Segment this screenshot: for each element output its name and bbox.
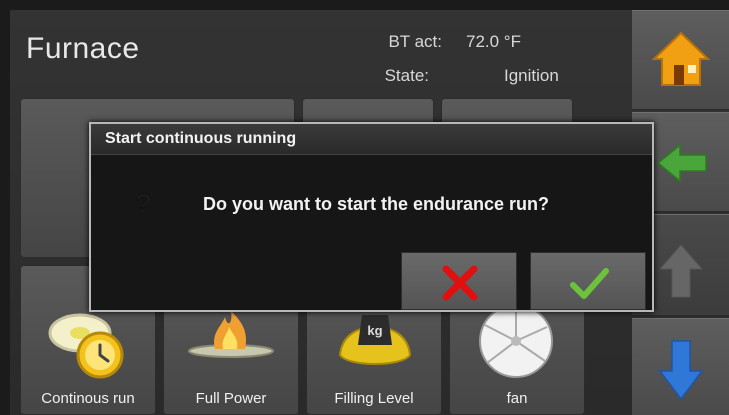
confirm-dialog: Start continuous running ? Do you want t…	[89, 122, 654, 312]
arrow-left-icon	[656, 143, 707, 183]
scroll-down-button[interactable]	[632, 318, 729, 415]
home-icon	[652, 31, 710, 86]
page-title: Furnace	[26, 32, 140, 65]
dialog-message: Do you want to start the endurance run?	[203, 194, 550, 214]
question-icon: ?	[135, 188, 153, 219]
cancel-button[interactable]	[401, 252, 517, 310]
bt-act-value: 72.0 °F	[466, 32, 521, 51]
tile-label-filling-level: Filling Level	[334, 390, 414, 407]
arrow-down-icon	[658, 340, 704, 401]
bt-act-label: BT act:	[388, 32, 442, 51]
home-button[interactable]	[632, 10, 729, 110]
tile-label-full-power: Full Power	[195, 390, 267, 407]
tile-label-continous-run: Continous run	[41, 390, 135, 407]
state-label: State:	[384, 66, 429, 85]
clock-icon	[48, 313, 124, 379]
weight-icon: kg	[338, 315, 412, 365]
svg-text:kg: kg	[367, 323, 382, 338]
furnace-screen: Furnace BT act: 72.0 °F State: Ignition …	[10, 10, 729, 415]
flame-icon	[188, 311, 274, 358]
arrow-up-icon	[658, 244, 704, 298]
state-value: Ignition	[504, 66, 559, 85]
checkmark-icon	[570, 268, 609, 299]
fan-icon	[479, 304, 553, 378]
dialog-title: Start continuous running	[91, 124, 652, 155]
cross-icon	[442, 265, 478, 301]
tile-label-fan: fan	[506, 390, 528, 407]
confirm-button[interactable]	[530, 252, 646, 310]
